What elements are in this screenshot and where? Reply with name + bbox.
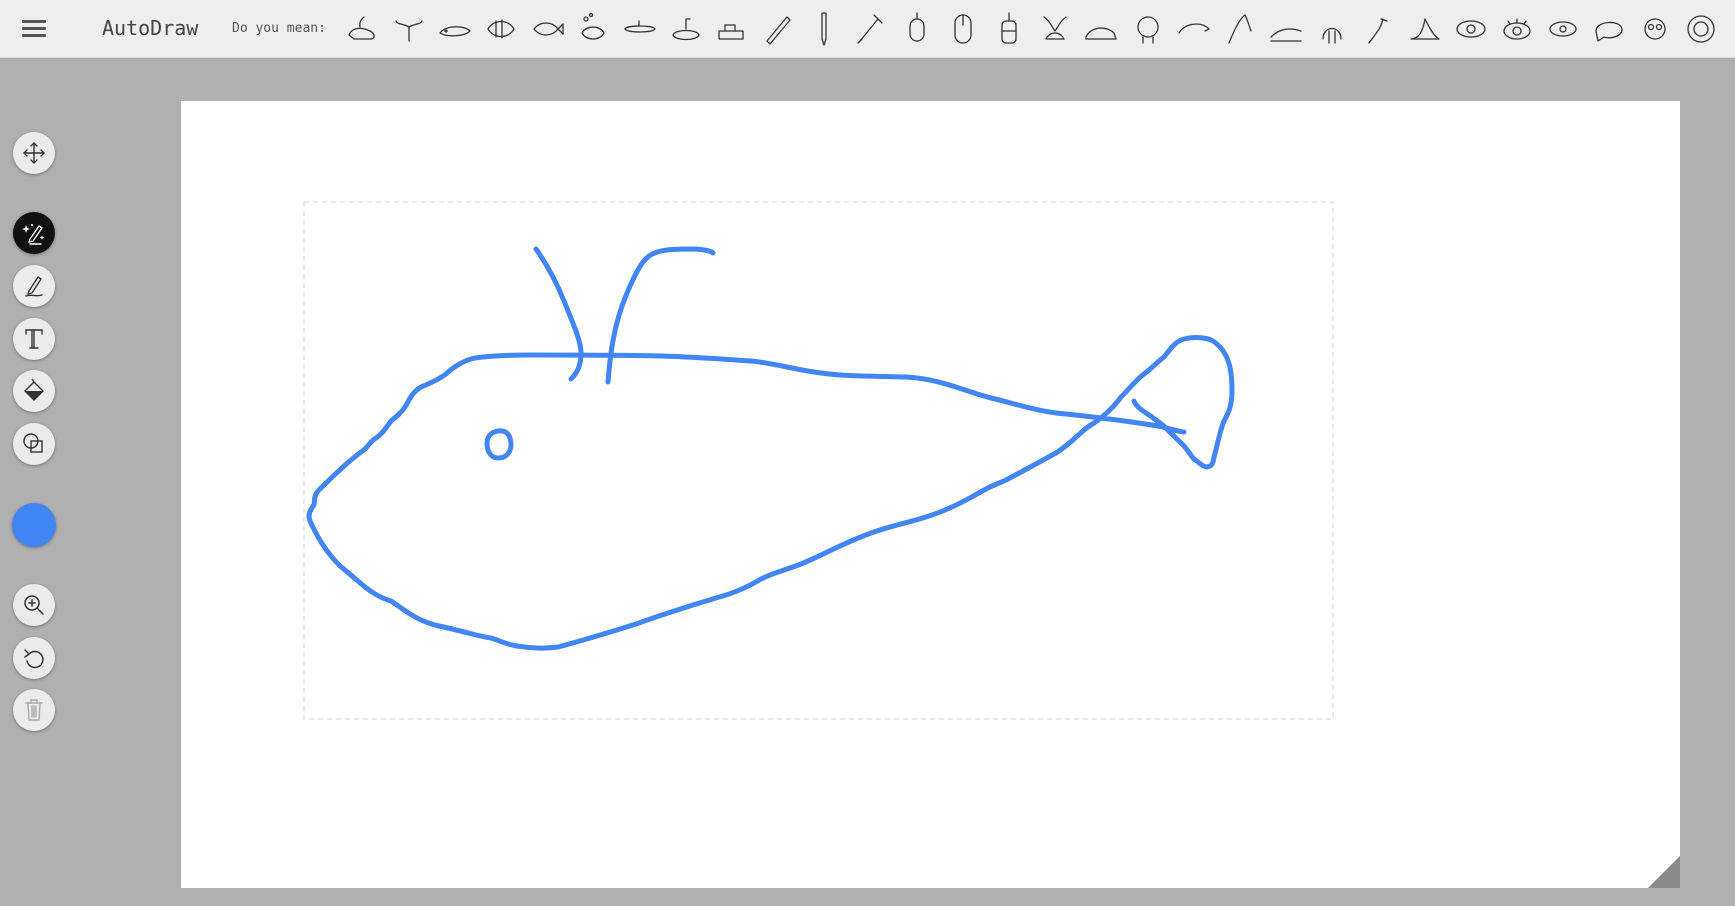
whale-tail-icon	[395, 20, 423, 42]
dolphin-wave-icon	[1270, 28, 1302, 42]
autodraw-sparkle-pen-icon	[22, 224, 45, 245]
app-title: AutoDraw	[102, 16, 199, 40]
submarine-periscope-icon	[672, 18, 700, 41]
suggestion-mouse-wired[interactable]	[898, 9, 936, 49]
suggestion-squirrel[interactable]	[1036, 9, 1074, 49]
fish-sketch	[306, 246, 1235, 651]
submarine-small-icon	[718, 24, 744, 40]
pelican-icon	[1368, 18, 1388, 44]
suggestion-snail[interactable]	[1082, 9, 1120, 49]
suggestion-computer-mouse[interactable]	[944, 9, 982, 49]
suggestion-submarine[interactable]	[621, 9, 659, 49]
seal-icon	[1410, 18, 1440, 40]
hamburger-menu-icon[interactable]	[18, 14, 50, 44]
suggestion-blob[interactable]	[1590, 9, 1628, 49]
suggestion-hedgehog[interactable]	[1129, 9, 1167, 49]
suggestion-pencil[interactable]	[759, 9, 797, 49]
suggestion-dolphin-jump[interactable]	[1221, 9, 1259, 49]
blob-icon	[1595, 21, 1623, 42]
mouse-wired-icon	[909, 12, 925, 42]
trash-icon	[25, 699, 43, 721]
lion-icon	[1687, 15, 1715, 43]
suggestion-fish-bubbles[interactable]	[574, 9, 612, 49]
submarine-icon	[624, 20, 656, 33]
suggestion-submarine-periscope[interactable]	[667, 9, 705, 49]
suggestion-mouse-scroll[interactable]	[990, 9, 1028, 49]
mouse-scroll-icon	[1001, 12, 1017, 44]
syringe-icon	[857, 14, 883, 44]
suggestion-eye[interactable]	[1452, 9, 1490, 49]
undo-icon	[24, 649, 44, 669]
zoom-in-icon	[24, 595, 44, 615]
suggestions-label: Do you mean:	[232, 21, 326, 36]
suggestion-whale-spout[interactable]	[344, 9, 382, 49]
suggestion-whale-tail[interactable]	[390, 9, 428, 49]
pencil-icon	[766, 16, 791, 45]
computer-mouse-icon	[954, 14, 972, 44]
select-tool-button[interactable]	[13, 132, 55, 174]
top-toolbar: AutoDraw Do you mean:	[0, 0, 1735, 58]
select-move-icon	[23, 142, 45, 164]
fish-bubbles-icon	[581, 12, 605, 40]
eye-simple-icon	[1549, 21, 1577, 37]
snail-icon	[1085, 27, 1117, 40]
suggestion-seal[interactable]	[1405, 9, 1443, 49]
canvas-resize-handle[interactable]	[1648, 856, 1680, 888]
undo-button[interactable]	[13, 637, 55, 679]
autodraw-tool-button[interactable]	[13, 212, 55, 254]
shapes-icon	[23, 433, 43, 453]
suggestion-dolphin[interactable]	[1175, 9, 1213, 49]
suggestion-dolphin-wave[interactable]	[1267, 9, 1305, 49]
whale-icon	[439, 26, 471, 37]
shape-tool-button[interactable]	[13, 423, 55, 465]
suggestion-pelican[interactable]	[1359, 9, 1397, 49]
zoom-button[interactable]	[13, 584, 55, 626]
walrus-icon	[1322, 27, 1342, 44]
suggestion-pen[interactable]	[805, 9, 843, 49]
type-tool-button[interactable]	[13, 318, 55, 360]
suggestion-fish-striped[interactable]	[482, 9, 520, 49]
suggestion-eye-lashes[interactable]	[1498, 9, 1536, 49]
squirrel-icon	[1043, 16, 1067, 40]
suggestion-owl-face[interactable]	[1636, 9, 1674, 49]
dolphin-jump-icon	[1228, 14, 1252, 44]
suggestion-submarine-small[interactable]	[713, 9, 751, 49]
eye-lashes-icon	[1503, 18, 1531, 40]
sketch-bounding-box	[303, 201, 1334, 720]
suggestion-syringe[interactable]	[852, 9, 890, 49]
dolphin-icon	[1178, 23, 1210, 34]
draw-tool-button[interactable]	[13, 265, 55, 307]
paint-bucket-icon	[24, 378, 44, 401]
suggestion-eye-simple[interactable]	[1544, 9, 1582, 49]
suggestion-walrus[interactable]	[1313, 9, 1351, 49]
pen-icon	[821, 12, 827, 46]
fish-striped-icon	[487, 19, 515, 39]
drawing-canvas[interactable]	[181, 101, 1680, 888]
suggestion-lion[interactable]	[1682, 9, 1720, 49]
suggestion-fish[interactable]	[528, 9, 566, 49]
delete-button[interactable]	[13, 689, 55, 731]
eye-icon	[1456, 20, 1486, 38]
owl-face-icon	[1644, 18, 1666, 40]
pen-icon	[25, 276, 43, 297]
fish-icon	[533, 22, 564, 36]
text-icon	[25, 329, 43, 349]
fill-tool-button[interactable]	[13, 370, 55, 412]
hedgehog-icon	[1137, 16, 1159, 44]
color-picker-button[interactable]	[12, 503, 56, 547]
whale-spout-icon	[348, 16, 375, 40]
suggestion-whale[interactable]	[436, 9, 474, 49]
drawing-surface	[303, 201, 1334, 720]
